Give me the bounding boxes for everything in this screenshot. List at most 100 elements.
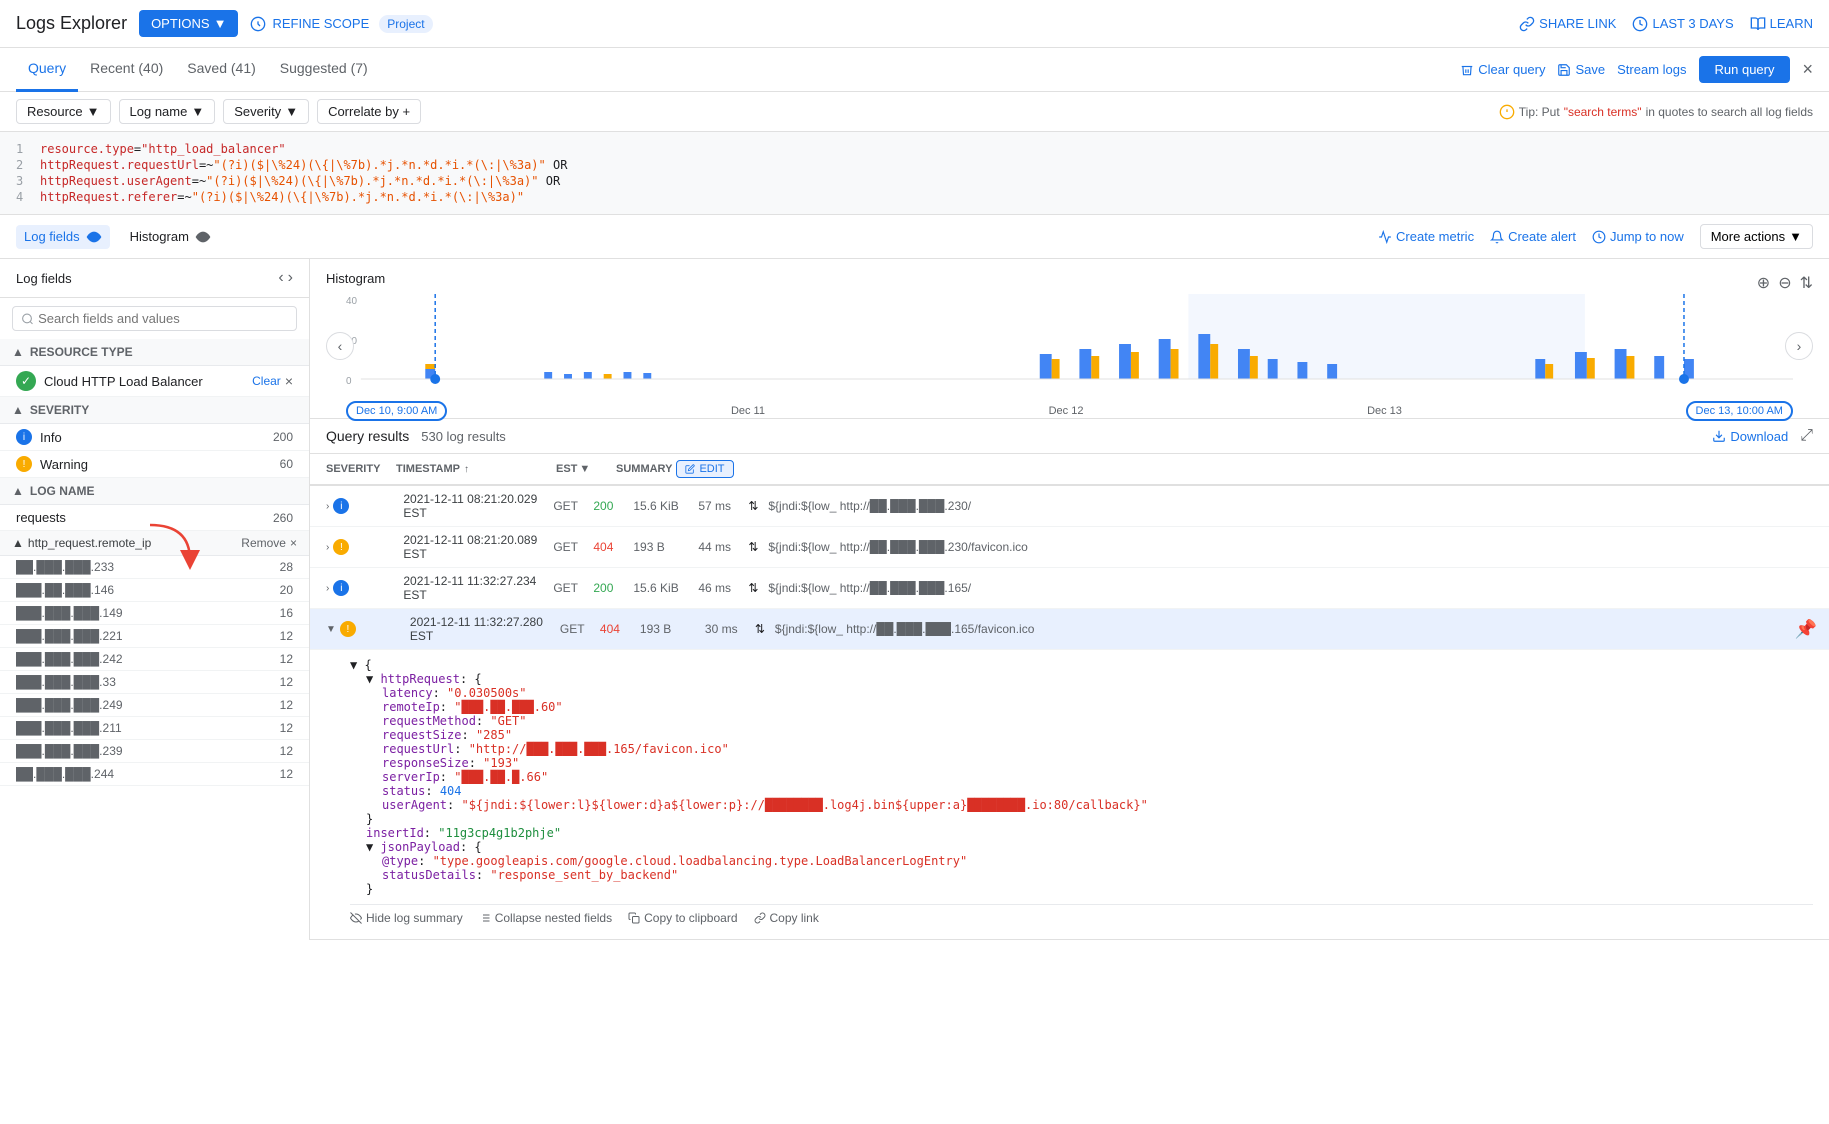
search-box[interactable] [12, 306, 297, 331]
left-panel-header: Log fields ‹ › [0, 259, 309, 298]
ip-list-item[interactable]: ███.███.███.3312 [0, 671, 309, 694]
run-query-button[interactable]: Run query [1699, 56, 1791, 83]
clear-resource-button[interactable]: Clear [252, 374, 281, 388]
date-end-badge: Dec 13, 10:00 AM [1686, 401, 1793, 421]
date-axis: Dec 10, 9:00 AM Dec 11 Dec 12 Dec 13 Dec… [326, 397, 1813, 425]
section-toolbar: Log fields Histogram Create metric Creat… [0, 215, 1829, 259]
log-row[interactable]: › i 2021-12-11 08:21:20.029 EST GET 200 … [310, 486, 1829, 527]
create-metric-button[interactable]: Create metric [1378, 229, 1474, 244]
query-editor[interactable]: 1 resource.type="http_load_balancer" 2 h… [0, 132, 1829, 215]
log-name-filter[interactable]: Log name ▼ [119, 99, 216, 124]
log-name-section[interactable]: ▲ LOG NAME [0, 478, 309, 505]
histogram-title: Histogram [326, 271, 385, 286]
tab-suggested[interactable]: Suggested (7) [268, 48, 380, 92]
close-panel-button[interactable]: × [1802, 59, 1813, 80]
jump-now-button[interactable]: Jump to now [1592, 229, 1684, 244]
edit-button[interactable]: EDIT [676, 460, 733, 478]
learn-button[interactable]: LEARN [1750, 16, 1813, 32]
histogram-container: Histogram ⊕ ⊖ ⇅ ‹ 40 20 0 [310, 259, 1829, 419]
eye-icon-log [86, 229, 102, 245]
ip-list-item[interactable]: ███.███.███.24912 [0, 694, 309, 717]
info-icon: i [16, 429, 32, 445]
log-row[interactable]: › i 2021-12-11 11:32:27.234 EST GET 200 … [310, 568, 1829, 609]
results-wrapper: › i 2021-12-11 08:21:20.029 EST GET 200 … [310, 486, 1829, 940]
expand-results-button[interactable]: ⤢ [1800, 427, 1813, 445]
date-start-badge: Dec 10, 9:00 AM [346, 401, 447, 421]
hist-next-button[interactable]: › [1785, 332, 1813, 360]
hist-prev-button[interactable]: ‹ [326, 332, 354, 360]
ip-list-item[interactable]: ██.███.███.24412 [0, 763, 309, 786]
ip-list-item[interactable]: ███.███.███.22112 [0, 625, 309, 648]
remove-field-button[interactable]: Remove × [241, 536, 297, 550]
tab-query[interactable]: Query [16, 48, 78, 92]
check-icon: ✓ [16, 371, 36, 391]
tab-recent[interactable]: Recent (40) [78, 48, 175, 92]
copy-to-clipboard-button[interactable]: Copy to clipboard [628, 911, 737, 925]
log-detail: ▼ { ▼ httpRequest: { latency: "0.030500s… [310, 650, 1829, 940]
histogram-tab[interactable]: Histogram [122, 225, 219, 249]
last-3-days-button[interactable]: LAST 3 DAYS [1632, 16, 1733, 32]
project-badge: Project [379, 15, 432, 33]
search-input[interactable] [38, 311, 288, 326]
panel-next-button[interactable]: › [288, 269, 293, 287]
clock-icon-jump [1592, 230, 1606, 244]
eye-icon-hist [195, 229, 211, 245]
col-est-header[interactable]: EST ▼ [556, 463, 616, 475]
refine-scope-button[interactable]: REFINE SCOPE Project [250, 15, 432, 33]
stream-logs-button[interactable]: Stream logs [1617, 62, 1686, 77]
collapse-nested-button[interactable]: Collapse nested fields [479, 911, 612, 925]
warning-severity-icon: ! [333, 539, 349, 555]
left-panel: Log fields ‹ › ▲ RESOURCE TYPE ✓ Cloud H… [0, 259, 310, 940]
top-right-actions: SHARE LINK LAST 3 DAYS LEARN [1519, 16, 1813, 32]
panels-wrapper: Log fields ‹ › ▲ RESOURCE TYPE ✓ Cloud H… [0, 259, 1829, 940]
table-header: SEVERITY TIMESTAMP ↑ EST ▼ SUMMARY EDIT [310, 454, 1829, 486]
pin-icon[interactable]: 📌 [1795, 619, 1817, 640]
ip-list-item[interactable]: ███.███.███.14916 [0, 602, 309, 625]
warning-item[interactable]: ! Warning 60 [0, 451, 309, 478]
edit-icon [685, 464, 695, 474]
ip-list-item[interactable]: ███.███.███.21112 [0, 717, 309, 740]
info-item[interactable]: i Info 200 [0, 424, 309, 451]
requests-item[interactable]: requests 260 [0, 505, 309, 531]
download-icon [1712, 429, 1726, 443]
resource-type-section[interactable]: ▲ RESOURCE TYPE [0, 339, 309, 366]
ip-list-item[interactable]: ██.███.███.23328 [0, 556, 309, 579]
ip-list-item[interactable]: ███.██.███.14620 [0, 579, 309, 602]
results-count: 530 log results [421, 429, 506, 444]
info-severity-icon: i [333, 580, 349, 596]
ip-list-item[interactable]: ███.███.███.23912 [0, 740, 309, 763]
log-row[interactable]: › ! 2021-12-11 08:21:20.089 EST GET 404 … [310, 527, 1829, 568]
refine-icon [250, 16, 266, 32]
close-resource-button[interactable]: × [285, 373, 293, 389]
create-alert-button[interactable]: Create alert [1490, 229, 1576, 244]
resource-filter[interactable]: Resource ▼ [16, 99, 111, 124]
severity-filter[interactable]: Severity ▼ [223, 99, 309, 124]
log-fields-tab[interactable]: Log fields [16, 225, 110, 249]
save-icon [1557, 63, 1571, 77]
copy-link-button[interactable]: Copy link [754, 911, 819, 925]
log-row-expanded[interactable]: ▼ ! 2021-12-11 11:32:27.280 EST GET 404 … [310, 609, 1829, 650]
right-panel: Histogram ⊕ ⊖ ⇅ ‹ 40 20 0 [310, 259, 1829, 940]
svg-text:0: 0 [346, 376, 352, 387]
zoom-in-button[interactable]: ⊕ [1757, 273, 1770, 293]
ip-list-item[interactable]: ███.███.███.24212 [0, 648, 309, 671]
severity-section[interactable]: ▲ SEVERITY [0, 397, 309, 424]
tab-saved[interactable]: Saved (41) [175, 48, 267, 92]
zoom-out-button[interactable]: ⊖ [1778, 273, 1791, 293]
expand-hist-button[interactable]: ⇅ [1800, 273, 1813, 293]
top-nav: Logs Explorer OPTIONS ▼ REFINE SCOPE Pro… [0, 0, 1829, 48]
options-button[interactable]: OPTIONS ▼ [139, 10, 238, 37]
save-button[interactable]: Save [1557, 62, 1605, 77]
more-actions-button[interactable]: More actions ▼ [1700, 224, 1813, 249]
panel-prev-button[interactable]: ‹ [278, 269, 283, 287]
correlate-filter[interactable]: Correlate by + [317, 99, 421, 124]
share-link-button[interactable]: SHARE LINK [1519, 16, 1616, 32]
download-button[interactable]: Download [1712, 429, 1788, 444]
clear-query-button[interactable]: Clear query [1460, 62, 1545, 77]
info-severity-icon: i [333, 498, 349, 514]
learn-icon [1750, 16, 1766, 32]
section-actions: Create metric Create alert Jump to now M… [1378, 224, 1813, 249]
left-panel-title: Log fields [16, 271, 72, 286]
col-timestamp-header[interactable]: TIMESTAMP ↑ [396, 463, 556, 475]
hide-log-summary-button[interactable]: Hide log summary [350, 911, 463, 925]
